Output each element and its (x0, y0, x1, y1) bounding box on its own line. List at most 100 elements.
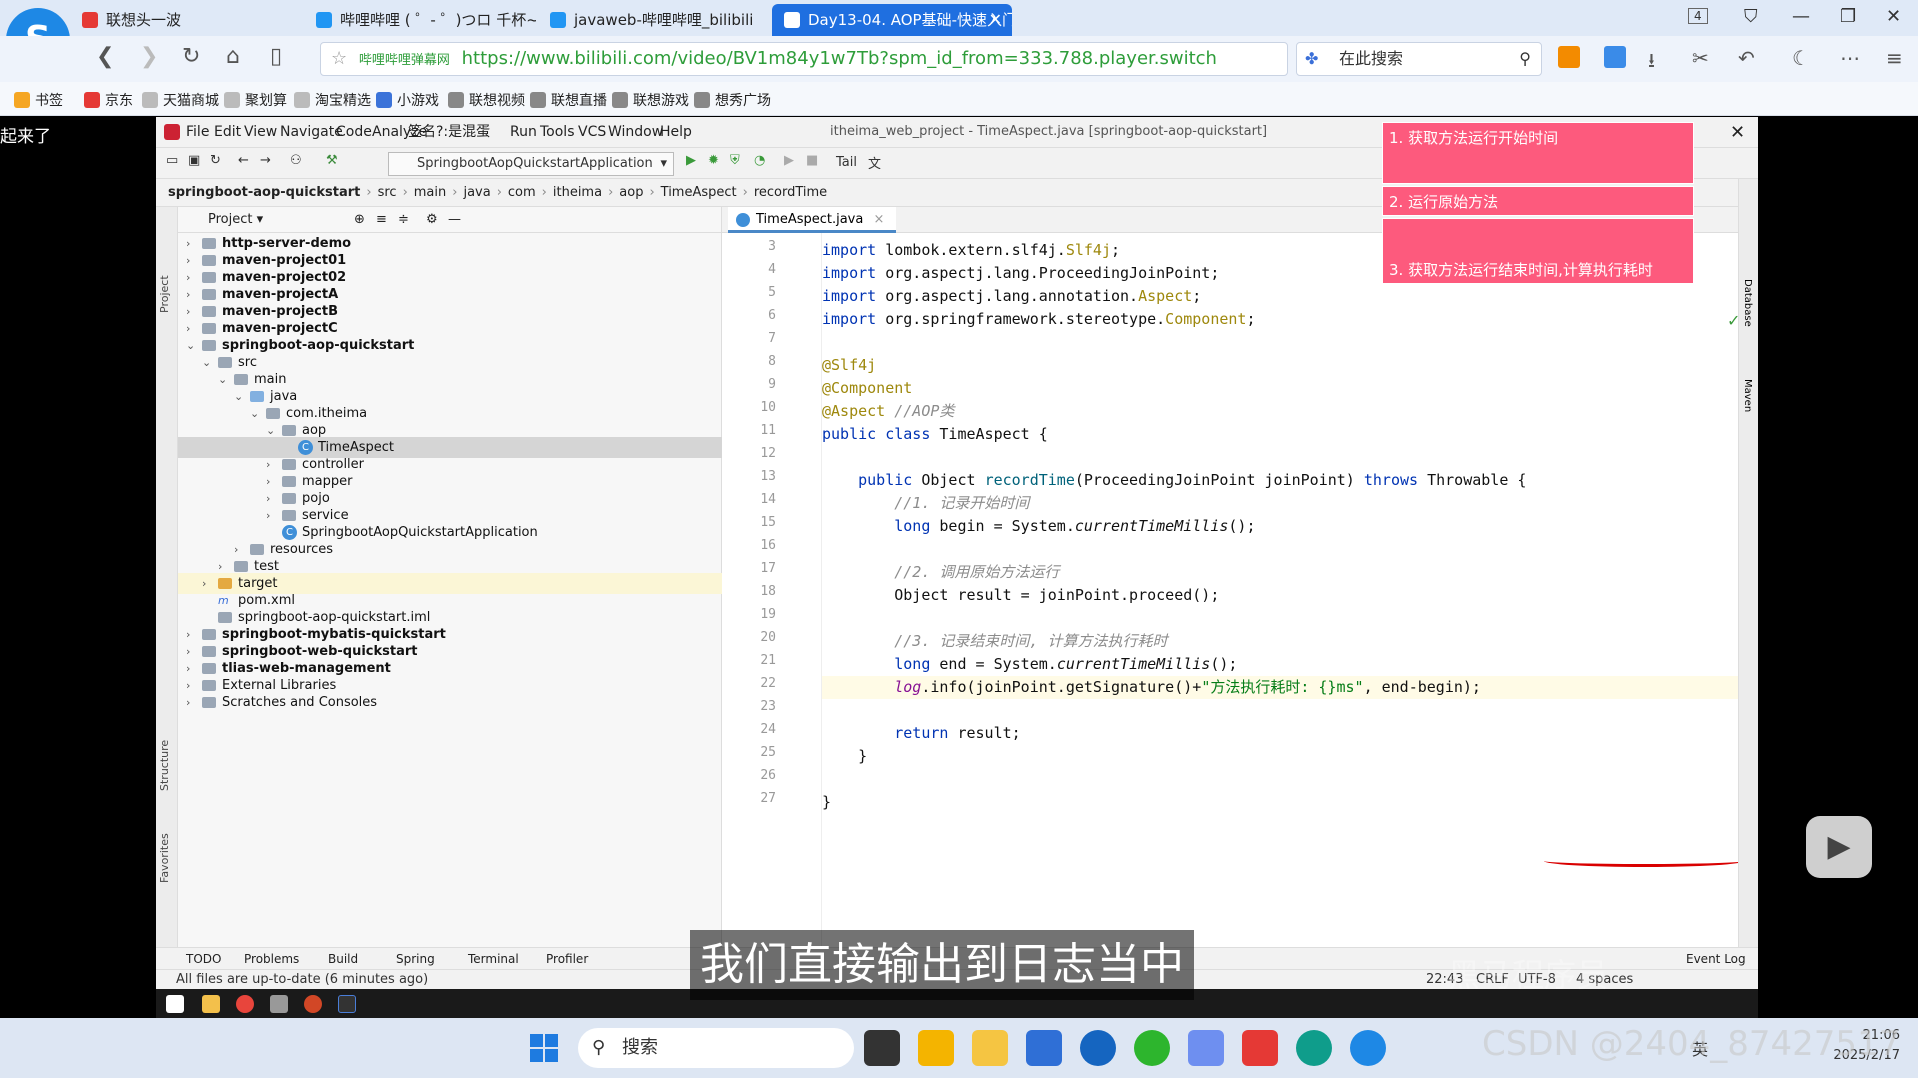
event-log-tab[interactable]: Event Log (1686, 948, 1746, 970)
bookmark-item[interactable]: 想秀广场 (694, 90, 771, 110)
code-line[interactable]: } (822, 791, 1742, 814)
code-line[interactable]: @Slf4j (822, 354, 1742, 377)
back-nav-icon[interactable]: ← (238, 153, 249, 168)
browser-tab[interactable]: javaweb-哔哩哔哩_bilibili (538, 4, 770, 36)
breadcrumb-item[interactable]: aop (619, 185, 643, 200)
code-line[interactable]: Object result = joinPoint.proceed(); (822, 584, 1742, 607)
lenovo-browser-icon[interactable] (1350, 1030, 1386, 1066)
search-icon[interactable]: ⚲ (1519, 43, 1531, 75)
user-icon[interactable]: ⚇ (290, 153, 302, 168)
forward-nav-icon[interactable]: → (260, 153, 271, 168)
tail-button[interactable]: Tail (836, 155, 857, 170)
code-line[interactable]: log.info(joinPoint.getSignature()+"方法执行耗… (822, 676, 1742, 699)
url-input[interactable]: ☆ 哔哩哔哩弹幕网 https://www.bilibili.com/video… (320, 42, 1288, 76)
project-panel-title[interactable]: Project (208, 212, 252, 227)
breadcrumb-item[interactable]: java (463, 185, 490, 200)
code-line[interactable] (822, 538, 1742, 561)
bookmark-item[interactable]: 小游戏 (376, 90, 439, 110)
code-line[interactable]: return result; (822, 722, 1742, 745)
bookmark-item[interactable]: 淘宝精选 (294, 90, 371, 110)
shirt-icon[interactable]: ⛉ (1744, 6, 1758, 27)
code-line[interactable]: import org.aspectj.lang.annotation.Aspec… (822, 285, 1742, 308)
bookmark-item[interactable]: 联想直播 (530, 90, 607, 110)
taskbar-search-input[interactable]: ⚲ 搜索 (578, 1028, 854, 1068)
moon-icon[interactable]: ☾ (1792, 46, 1810, 70)
menu-item[interactable]: Run (510, 117, 537, 147)
code-line[interactable]: //3. 记录结束时间, 计算方法执行耗时 (822, 630, 1742, 653)
maximize-icon[interactable]: ❐ (1840, 6, 1856, 27)
edge-icon[interactable] (1296, 1030, 1332, 1066)
close-tab-icon[interactable]: ✕ (989, 4, 1002, 36)
tool-tab[interactable]: Profiler (546, 948, 588, 970)
browser-tab[interactable]: 联想头一波 (70, 4, 302, 36)
bookmark-item[interactable]: 书签 (14, 90, 63, 110)
open-folder-icon[interactable]: ▭ (166, 153, 178, 168)
expand-all-icon[interactable]: ≡ (376, 207, 387, 233)
collapse-all-icon[interactable]: ≑ (398, 207, 409, 233)
wechat-icon[interactable] (1134, 1030, 1170, 1066)
code-line[interactable]: public class TimeAspect { (822, 423, 1742, 446)
cut-icon[interactable]: ✂ (1692, 46, 1709, 70)
run-config-select[interactable]: SpringbootAopQuickstartApplication ▾ (388, 152, 674, 176)
code-line[interactable]: @Component (822, 377, 1742, 400)
close-tab-icon[interactable]: × (874, 212, 885, 227)
breadcrumb-item[interactable]: itheima (553, 185, 602, 200)
bookmark-item[interactable]: 天猫商城 (142, 90, 219, 110)
step-icon[interactable]: ▶ (784, 153, 794, 168)
browser-tab[interactable]: 哔哩哔哩 ( ゜- ゜)つロ 千杯~-bilib (304, 4, 536, 36)
panel-gear-icon[interactable]: ⚙ (426, 207, 438, 233)
app-blue-icon[interactable] (1080, 1030, 1116, 1066)
profile-icon[interactable]: ◔ (754, 153, 765, 168)
code-line[interactable]: @Aspect //AOP类 (822, 400, 1742, 423)
tool-tab[interactable]: Build (328, 948, 358, 970)
close-overlay-icon[interactable]: ✕ (1730, 122, 1745, 143)
ext-orange-icon[interactable] (1558, 46, 1580, 68)
breadcrumb-item[interactable]: springboot-aop-quickstart (168, 185, 360, 200)
menu-item[interactable]: Tools (540, 117, 575, 147)
back-icon[interactable]: ❮ (96, 44, 114, 69)
star-icon[interactable]: ☆ (331, 48, 347, 69)
code-line[interactable]: public Object recordTime(ProceedingJoinP… (822, 469, 1742, 492)
tool-tab[interactable]: Problems (244, 948, 299, 970)
app-cloud-icon[interactable] (1188, 1030, 1224, 1066)
project-tool-label[interactable]: Project (158, 275, 171, 313)
tool-tab[interactable]: Terminal (468, 948, 519, 970)
code-line[interactable] (822, 331, 1742, 354)
breadcrumb-item[interactable]: com (508, 185, 536, 200)
run-icon[interactable]: ▶ (686, 153, 696, 168)
tool-tab[interactable]: Spring (396, 948, 435, 970)
chevron-right-icon[interactable]: › (186, 692, 198, 713)
ext-blue-icon[interactable] (1604, 46, 1626, 68)
refresh-icon[interactable]: ↻ (182, 44, 200, 69)
menu-item[interactable]: Window (608, 117, 663, 147)
menu-item[interactable]: View (244, 117, 277, 147)
app-yellow-icon[interactable] (918, 1030, 954, 1066)
tab-count-badge[interactable]: 4 (1688, 8, 1708, 24)
breadcrumb-item[interactable]: recordTime (754, 185, 827, 200)
undo-icon[interactable]: ↶ (1738, 46, 1755, 70)
tree-node[interactable]: › Scratches and Consoles (178, 692, 722, 713)
windows-start-button[interactable] (530, 1034, 558, 1062)
bookmark-item[interactable]: 京东 (84, 90, 133, 110)
tool-tab[interactable]: TODO (186, 948, 221, 970)
code-line[interactable] (822, 699, 1742, 722)
editor-tab-timeaspect[interactable]: TimeAspect.java × (728, 207, 897, 233)
code-line[interactable] (822, 446, 1742, 469)
store-icon[interactable] (1026, 1030, 1062, 1066)
more-icon[interactable]: ⋯ (1840, 46, 1860, 70)
menu-icon[interactable]: ≡ (1886, 46, 1903, 70)
code-line[interactable] (822, 768, 1742, 791)
database-tool-label[interactable]: Database (1742, 279, 1753, 327)
menu-item[interactable]: VCS (578, 117, 606, 147)
code-line[interactable]: long begin = System.currentTimeMillis(); (822, 515, 1742, 538)
locate-icon[interactable]: ⊕ (354, 207, 365, 233)
code-line[interactable] (822, 607, 1742, 630)
search-input[interactable]: ✤ 在此搜索 ⚲ (1296, 42, 1542, 76)
breadcrumb-item[interactable]: src (378, 185, 397, 200)
forward-icon[interactable]: ❯ (140, 44, 158, 69)
menu-item[interactable]: 签名?:是混蛋 (408, 117, 490, 147)
breadcrumb-item[interactable]: main (414, 185, 446, 200)
wps-icon[interactable] (1242, 1030, 1278, 1066)
debug-icon[interactable]: ✹ (708, 153, 719, 168)
reader-icon[interactable]: ▯ (270, 44, 282, 69)
